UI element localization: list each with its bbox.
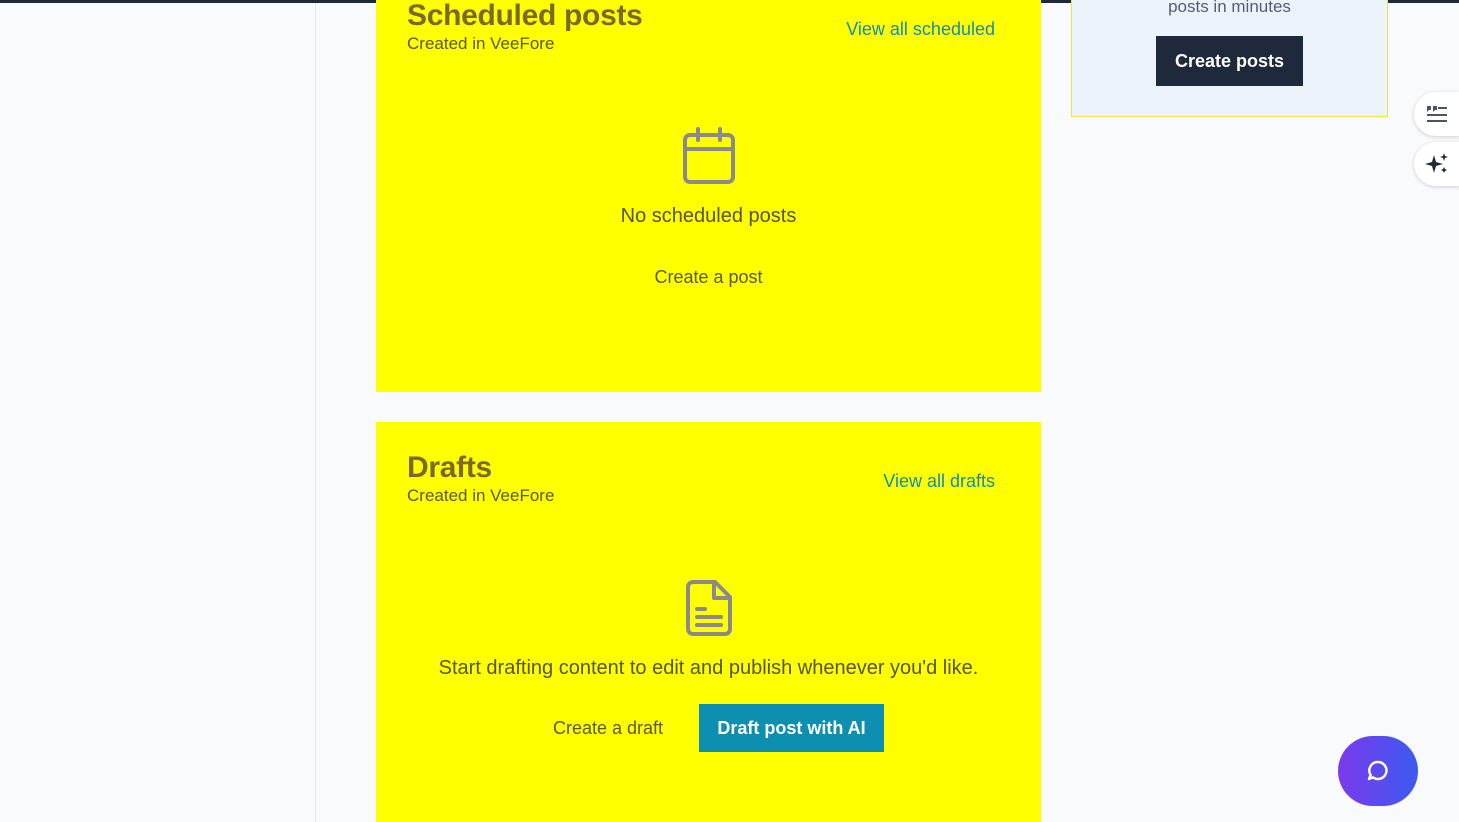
create-draft-button[interactable]: Create a draft [553,717,663,739]
scheduled-posts-subtitle: Created in VeeFore [407,34,555,53]
create-draft-label: Create a draft [553,718,664,738]
scheduled-posts-title: Scheduled posts [407,0,643,32]
left-sidebar [0,3,316,822]
chat-bubble-icon [1367,760,1388,781]
draft-post-with-ai-label: Draft post with AI [717,718,866,738]
create-post-label: Create a post [654,267,763,287]
drafts-card: Drafts Created in VeeFore View all draft… [376,422,1041,822]
create-posts-button[interactable]: Create posts [1156,36,1303,86]
promo-text: posts in minutes [1168,0,1291,16]
view-all-drafts-link[interactable]: View all drafts [883,470,995,492]
side-tab-ai[interactable] [1414,142,1459,186]
create-posts-promo-card: posts in minutes Create posts [1071,0,1388,117]
draft-post-with-ai-button[interactable]: Draft post with AI [699,704,884,752]
side-tab-quotes[interactable] [1414,92,1459,136]
view-all-scheduled-link[interactable]: View all scheduled [846,18,995,40]
quote-lines-icon [1427,106,1447,122]
create-post-button[interactable]: Create a post [376,266,1041,288]
create-posts-label: Create posts [1174,51,1285,71]
scheduled-empty-text: No scheduled posts [620,205,797,227]
document-icon [685,579,733,642]
drafts-title: Drafts [407,451,492,484]
drafts-subtitle: Created in VeeFore [407,486,555,505]
chat-button[interactable] [1338,736,1418,806]
drafts-empty-text: Start drafting content to edit and publi… [438,657,979,679]
sparkles-icon [1425,153,1448,173]
scheduled-posts-card: Scheduled posts Created in VeeFore View … [376,0,1041,392]
calendar-icon [682,127,736,190]
